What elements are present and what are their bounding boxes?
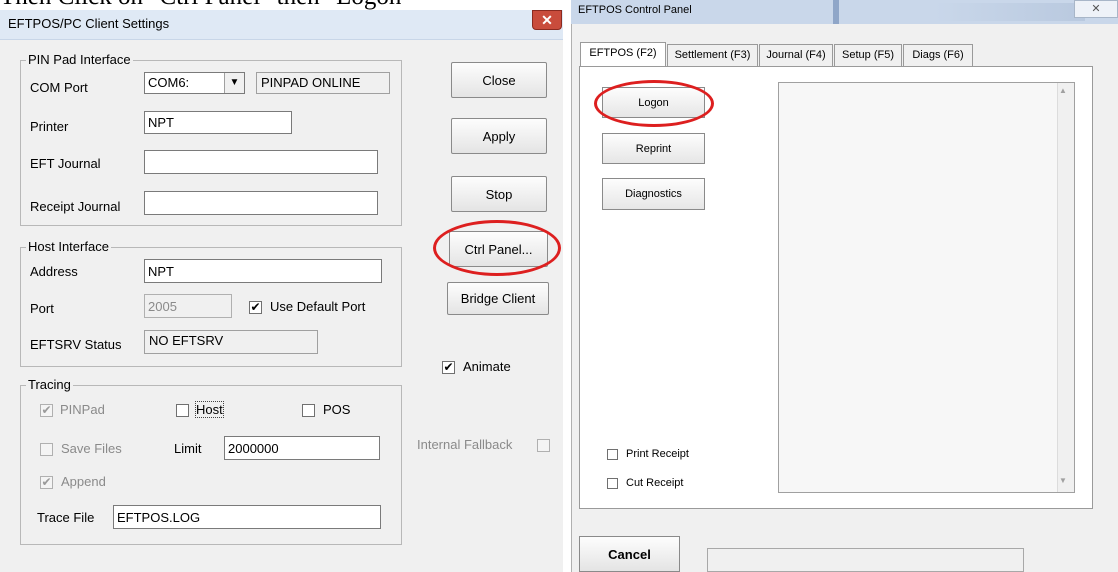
pos-trace-label: POS (323, 402, 351, 417)
tab-setup[interactable]: Setup (F5) (834, 44, 902, 66)
output-scrollbar[interactable] (1057, 83, 1074, 492)
cut-receipt-label: Cut Receipt (626, 477, 684, 489)
scroll-down-icon[interactable]: ▼ (1059, 476, 1067, 485)
printer-label: Printer (30, 119, 69, 134)
cut-receipt-checkbox[interactable] (607, 478, 618, 489)
internal-fallback-checkbox[interactable] (537, 439, 550, 452)
port-label: Port (30, 301, 54, 316)
window-title: EFTPOS/PC Client Settings (8, 16, 170, 31)
cancel-button[interactable]: Cancel (579, 536, 680, 572)
control-panel-title: EFTPOS Control Panel (578, 4, 692, 16)
tab-diags[interactable]: Diags (F6) (903, 44, 973, 66)
print-receipt-checkbox[interactable] (607, 449, 618, 460)
append-checkbox[interactable]: ✔ (40, 476, 53, 489)
com-port-select[interactable]: COM6: ▼ (144, 72, 245, 94)
save-files-label: Save Files (61, 441, 122, 456)
ctrl-panel-button[interactable]: Ctrl Panel... (449, 231, 548, 267)
receipt-journal-input[interactable] (144, 191, 378, 215)
eftsrv-status-label: EFTSRV Status (30, 337, 122, 352)
append-label: Append (61, 474, 106, 489)
bridge-client-button[interactable]: Bridge Client (447, 282, 549, 315)
tab-eftpos[interactable]: EFTPOS (F2) (580, 42, 666, 67)
reprint-button[interactable]: Reprint (602, 133, 705, 164)
limit-input[interactable] (224, 436, 380, 460)
trace-file-input[interactable] (113, 505, 381, 529)
animate-label: Animate (463, 359, 511, 374)
tab-journal[interactable]: Journal (F4) (759, 44, 833, 66)
limit-label: Limit (174, 441, 202, 456)
printer-input[interactable] (144, 111, 292, 134)
host-trace-checkbox[interactable] (176, 404, 189, 417)
close-icon: ✕ (541, 12, 553, 28)
com-port-label: COM Port (30, 80, 88, 95)
pinpad-trace-label: PINPad (60, 402, 105, 417)
eft-journal-label: EFT Journal (30, 156, 101, 171)
pinpad-trace-checkbox[interactable]: ✔ (40, 404, 53, 417)
diagnostics-button[interactable]: Diagnostics (602, 178, 705, 210)
tracing-legend: Tracing (26, 377, 73, 392)
print-receipt-label: Print Receipt (626, 448, 689, 460)
use-default-port-checkbox[interactable]: ✔ (249, 301, 262, 314)
eft-journal-input[interactable] (144, 150, 378, 174)
tab-settlement[interactable]: Settlement (F3) (667, 44, 758, 66)
window-close-button[interactable]: ✕ (532, 10, 562, 30)
address-input[interactable] (144, 259, 382, 283)
apply-button[interactable]: Apply (451, 118, 547, 154)
chevron-down-icon[interactable]: ▼ (224, 73, 244, 93)
close-icon: ✕ (1091, 3, 1101, 15)
output-textarea[interactable] (778, 82, 1075, 493)
pinpad-status: PINPAD ONLINE (256, 72, 390, 94)
titlebar-blur (935, 3, 1085, 21)
trace-file-label: Trace File (37, 510, 95, 525)
save-files-checkbox[interactable] (40, 443, 53, 456)
host-trace-label: Host (195, 401, 224, 418)
address-label: Address (30, 264, 78, 279)
port-input[interactable] (144, 294, 232, 318)
host-interface-legend: Host Interface (26, 239, 111, 254)
stop-button[interactable]: Stop (451, 176, 547, 212)
scroll-up-icon[interactable]: ▲ (1059, 86, 1067, 95)
internal-fallback-label: Internal Fallback (417, 437, 513, 452)
receipt-journal-label: Receipt Journal (30, 199, 121, 214)
close-button[interactable]: Close (451, 62, 547, 98)
control-panel-close-button[interactable]: ✕ (1074, 0, 1118, 18)
use-default-port-label: Use Default Port (270, 299, 366, 314)
animate-checkbox[interactable]: ✔ (442, 361, 455, 374)
com-port-value: COM6: (148, 75, 190, 90)
eftsrv-status-value: NO EFTSRV (144, 330, 318, 354)
pin-pad-interface-legend: PIN Pad Interface (26, 52, 133, 67)
pos-trace-checkbox[interactable] (302, 404, 315, 417)
titlebar-divider (833, 0, 839, 24)
logon-button[interactable]: Logon (602, 87, 705, 118)
progress-bar (707, 548, 1024, 572)
